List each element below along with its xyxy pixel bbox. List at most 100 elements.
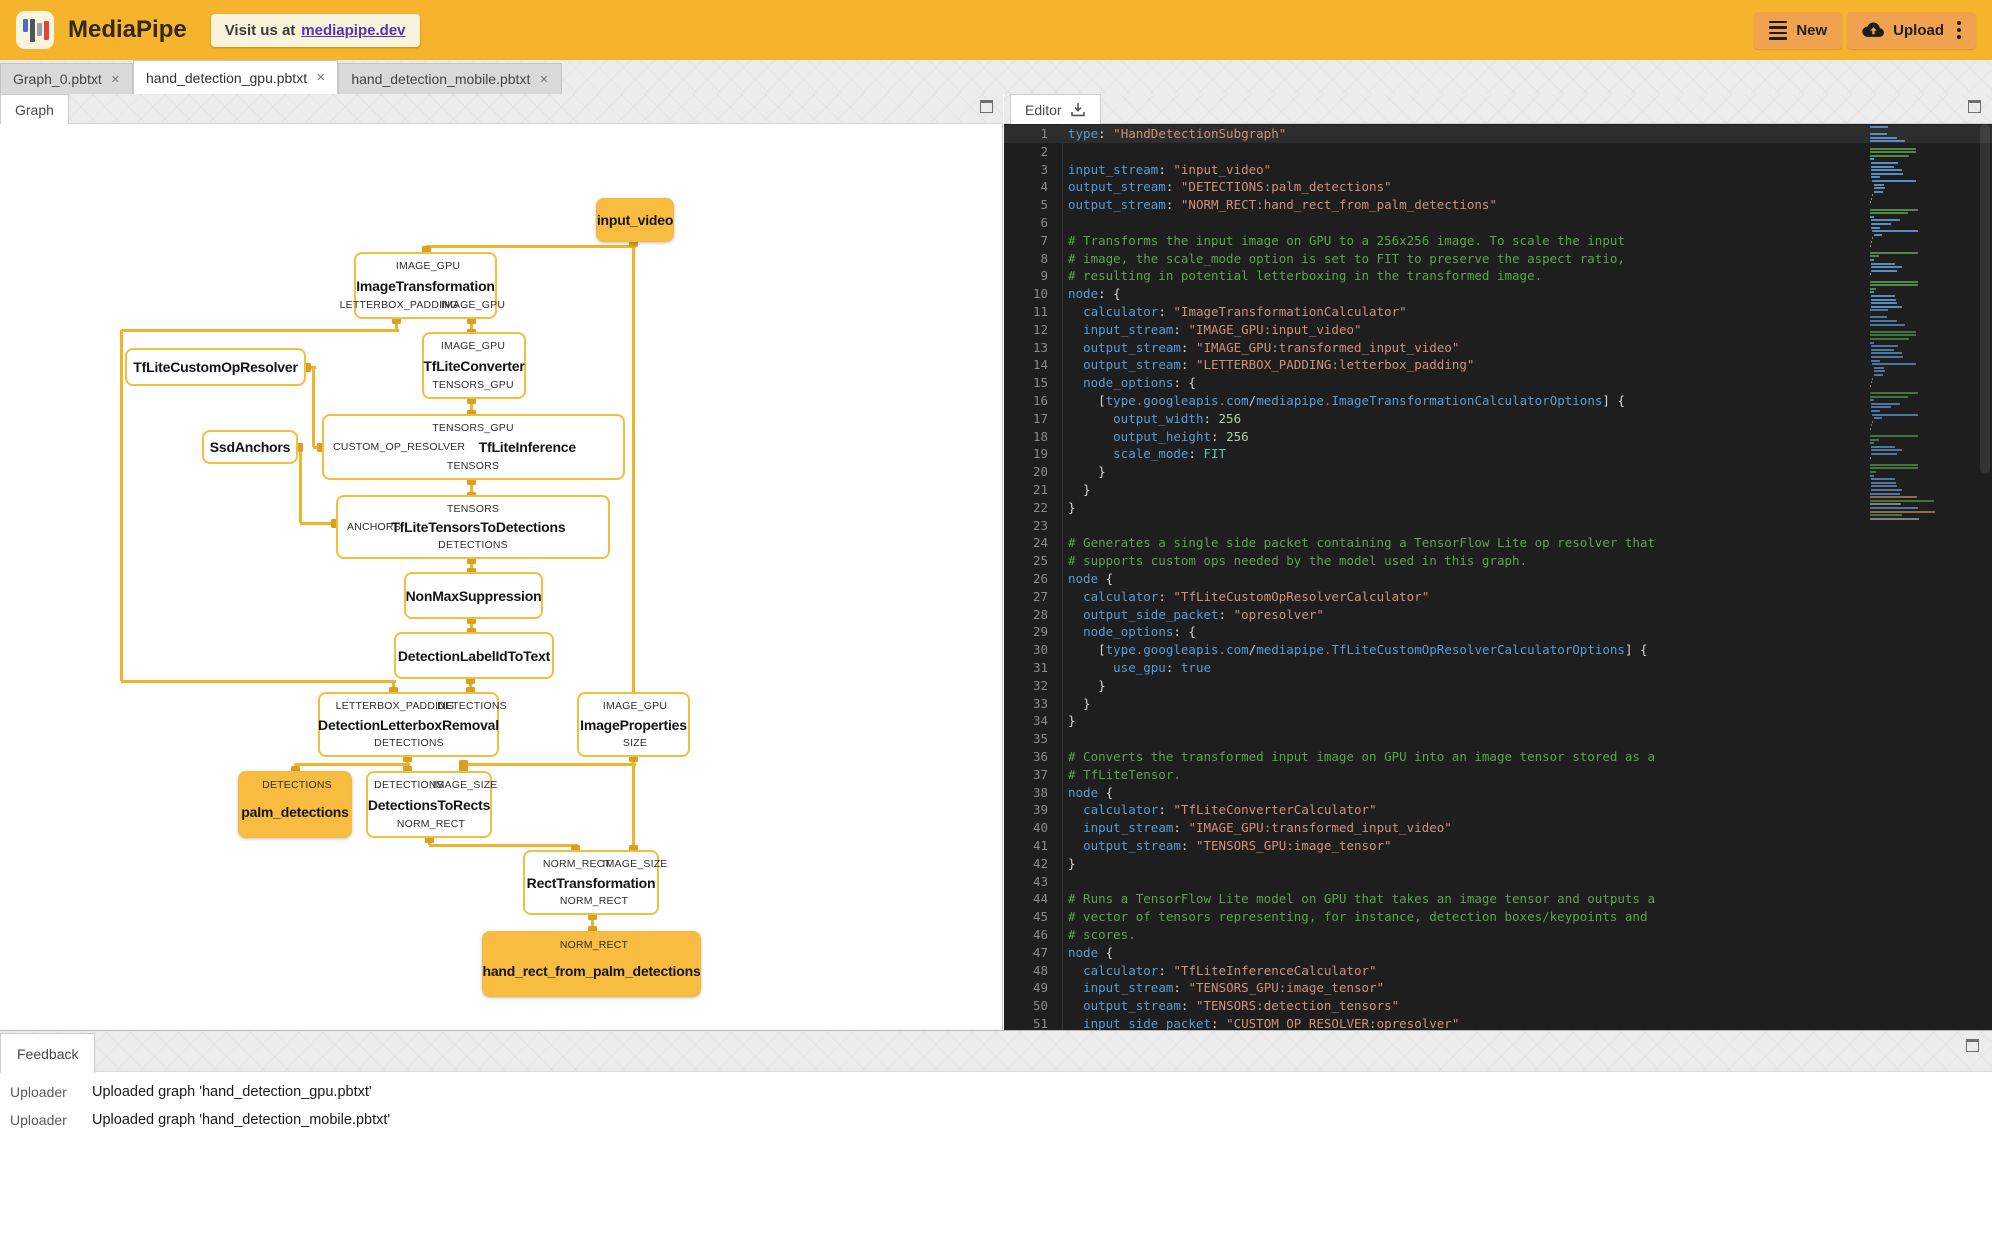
more-options-icon[interactable] xyxy=(1957,21,1961,39)
line-number: 44 xyxy=(1032,891,1048,907)
graph-canvas[interactable]: input_video IMAGE_GPU LETTERBOX_PADDING IMA… xyxy=(0,124,1003,1030)
minimap-line xyxy=(1870,126,1888,128)
minimap-line xyxy=(1870,438,1880,441)
minimap-line xyxy=(1870,130,1966,132)
editor-tab-label: Editor xyxy=(1025,101,1062,118)
file-tab-hand_detection_mobile.pbtxt[interactable]: hand_detection_mobile.pbtxt ✕ xyxy=(338,63,562,94)
feedback-message: Uploader Uploaded graph 'hand_detection_m… xyxy=(0,1106,1992,1134)
code-line: 39 calculator: "TfLiteConverterCalculato… xyxy=(1004,801,1992,819)
minimap-line xyxy=(1872,413,1918,416)
minimap-line xyxy=(1871,266,1902,269)
minimap-line xyxy=(1871,302,1898,305)
app-title: MediaPipe xyxy=(68,16,187,43)
graph-node-TfLiteInference[interactable]: TENSORS_GPU TENSORS CUSTOM_OP_RESOLVER TfLi… xyxy=(322,414,625,480)
node-title: ImageTransformation xyxy=(356,277,495,294)
scrollbar-thumb[interactable] xyxy=(1980,124,1990,474)
new-button[interactable]: New xyxy=(1754,11,1843,49)
graph-node-NonMaxSuppression[interactable]: NonMaxSuppression xyxy=(404,572,543,619)
minimap-line xyxy=(1871,488,1903,491)
logo-bar-gray xyxy=(37,23,42,36)
line-number: 41 xyxy=(1032,838,1048,853)
code-line: 27 calculator: "TfLiteCustomOpResolverCa… xyxy=(1004,588,1992,606)
upload-button-label: Upload xyxy=(1893,21,1944,39)
tab-feedback[interactable]: Feedback xyxy=(0,1033,96,1073)
popout-icon[interactable] xyxy=(1966,1039,1979,1052)
popout-icon[interactable] xyxy=(980,100,993,113)
port-label-TENSORS_GPU: TENSORS_GPU xyxy=(432,379,514,391)
port-label-CUSTOM_OP_RESOLVER: CUSTOM_OP_RESOLVER xyxy=(333,441,466,453)
code-line: 48 calculator: "TfLiteInferenceCalculato… xyxy=(1004,962,1992,980)
close-icon[interactable]: ✕ xyxy=(539,73,548,86)
minimap-line xyxy=(1870,456,1871,459)
editor-scrollbar[interactable] xyxy=(1978,124,1992,1030)
code-line: 38 node { xyxy=(1004,784,1992,802)
graph-node-DetectionsToRects[interactable]: DETECTIONS IMAGE_SIZE NORM_RECT DetectionsT… xyxy=(366,771,497,838)
line-number: 50 xyxy=(1032,998,1048,1014)
line-number: 8 xyxy=(1040,250,1048,266)
code-editor[interactable]: 1 type: "HandDetectionSubgraph" 2 3 input_st… xyxy=(1004,124,1992,1030)
node-title: hand_rect_from_palm_detections xyxy=(482,963,701,980)
mediapipe-dev-link[interactable]: mediapipe.dev xyxy=(301,22,405,39)
port-label-DETECTIONS: DETECTIONS xyxy=(262,779,332,791)
line-number: 21 xyxy=(1032,482,1048,497)
minimap-line xyxy=(1870,506,1918,509)
graph-tab-label: Graph xyxy=(15,101,54,118)
code-line: 11 calculator: "ImageTransformationCalcu… xyxy=(1004,303,1992,321)
line-number: 23 xyxy=(1032,517,1048,533)
file-tab-hand_detection_gpu.pbtxt[interactable]: hand_detection_gpu.pbtxt ✕ xyxy=(132,60,339,94)
graph-node-ImageProperties[interactable]: IMAGE_GPU SIZE ImageProperties xyxy=(577,692,690,757)
graph-node-DetectionLabelIdToText[interactable]: DetectionLabelIdToText xyxy=(394,632,554,679)
line-number: 1 xyxy=(1040,126,1048,141)
minimap-line xyxy=(1871,381,1872,384)
feedback-strip xyxy=(0,1030,1992,1072)
graph-node-input_video[interactable]: input_video xyxy=(596,198,674,242)
minimap-line xyxy=(1871,169,1903,172)
tab-editor[interactable]: Editor xyxy=(1010,94,1101,124)
minimap-line xyxy=(1870,338,1910,341)
port-label-TENSORS: TENSORS xyxy=(446,460,500,472)
code-line: 18 output_height: 256 xyxy=(1004,428,1992,446)
graph-node-RectTransformation[interactable]: NORM_RECT IMAGE_SIZE NORM_RECT RectTransfor… xyxy=(523,850,667,915)
graph-edge xyxy=(311,367,315,447)
file-tab-Graph_0.pbtxt[interactable]: Graph_0.pbtxt ✕ xyxy=(0,63,133,94)
minimap-line xyxy=(1870,251,1919,254)
code-line: 5 output_stream: "NORM_RECT:hand_rect_fro… xyxy=(1004,196,1992,214)
code-line: 17 output_width: 256 xyxy=(1004,410,1992,428)
code-line: 50 output_stream: "TENSORS:detection_ten… xyxy=(1004,997,1992,1015)
minimap-line xyxy=(1870,255,1880,258)
line-number: 4 xyxy=(1040,179,1048,195)
code-line: 22} xyxy=(1004,499,1992,517)
close-icon[interactable]: ✕ xyxy=(316,71,325,84)
minimap-line xyxy=(1870,492,1900,495)
minimap-line xyxy=(1871,226,1881,229)
download-icon[interactable] xyxy=(1070,102,1086,118)
close-icon[interactable]: ✕ xyxy=(111,73,120,86)
graph-node-palm_detections[interactable]: DETECTIONS palm_detections xyxy=(238,771,352,838)
graph-node-ImageTransformation[interactable]: IMAGE_GPU LETTERBOX_PADDING IMAGE_GPU Image… xyxy=(340,252,505,319)
line-number: 12 xyxy=(1032,321,1048,337)
minimap-line xyxy=(1870,205,1966,207)
editor-minimap[interactable] xyxy=(1870,126,1966,521)
graph-node-hand_rect_from_palm_detections[interactable]: NORM_RECT hand_rect_from_palm_detections xyxy=(482,931,701,997)
upload-button[interactable]: Upload xyxy=(1847,11,1976,49)
line-number: 29 xyxy=(1032,624,1048,640)
port-label-TENSORS_GPU: TENSORS_GPU xyxy=(432,422,514,434)
minimap-line xyxy=(1872,363,1916,366)
line-number: 35 xyxy=(1032,731,1048,747)
code-line: 12 input_stream: "IMAGE_GPU:input_video" xyxy=(1004,321,1992,339)
line-number: 15 xyxy=(1032,375,1048,391)
code-line: 20 } xyxy=(1004,463,1992,481)
graph-node-SsdAnchors[interactable]: SsdAnchors xyxy=(202,430,298,464)
graph-node-TfLiteTensorsToDetections[interactable]: TENSORS DETECTIONS ANCHORS TfLiteTensorsToD… xyxy=(336,495,610,559)
minimap-line xyxy=(1871,424,1872,427)
graph-node-TfLiteConverter[interactable]: IMAGE_GPU TENSORS_GPU TfLiteConverter xyxy=(422,332,526,399)
line-number: 11 xyxy=(1032,304,1048,319)
minimap-line xyxy=(1870,334,1916,337)
graph-node-DetectionLetterboxRemoval[interactable]: LETTERBOX_PADDING DETECTIONS DETECTIONS Det… xyxy=(318,692,507,757)
minimap-line xyxy=(1870,273,1871,276)
logo-bar-dark xyxy=(30,19,35,42)
popout-icon[interactable] xyxy=(1968,100,1981,113)
graph-node-TfLiteCustomOpResolver[interactable]: TfLiteCustomOpResolver xyxy=(125,348,306,386)
node-title: RectTransformation xyxy=(526,874,656,891)
tab-graph[interactable]: Graph xyxy=(0,94,69,124)
